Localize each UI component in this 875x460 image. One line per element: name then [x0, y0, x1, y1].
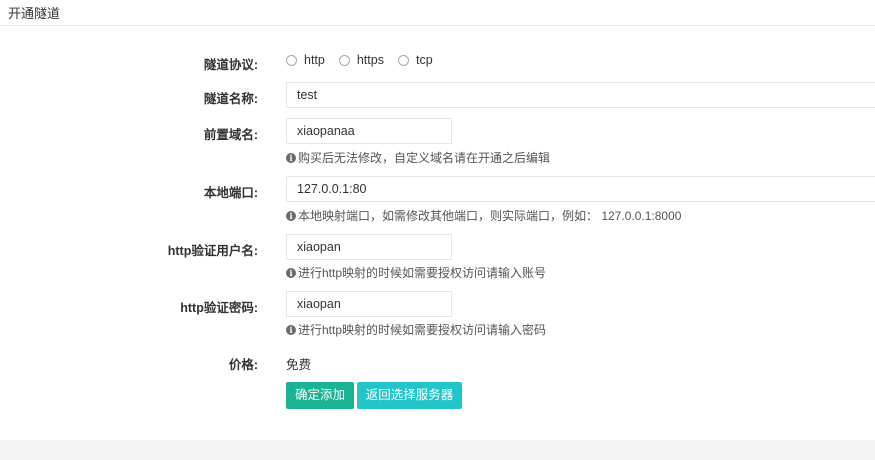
info-circle-icon: i: [286, 152, 296, 163]
local-port-help: i 本地映射端口，如需修改其他端口，则实际端口，例如： 127.0.0.1:80…: [286, 207, 681, 224]
protocol-option-label: https: [356, 53, 384, 67]
protocol-label: 隧道协议:: [203, 58, 258, 72]
local-port-help-text: 本地映射端口，如需修改其他端口，则实际端口，例如： 127.0.0.1:8000: [298, 209, 682, 223]
footer-bar: [0, 440, 875, 460]
radio-circle-icon[interactable]: [286, 54, 297, 66]
radio-circle-icon[interactable]: [338, 54, 350, 66]
http-user-label: http验证用户名:: [167, 244, 258, 258]
http-user-input[interactable]: xiaopan: [286, 234, 452, 260]
http-password-input[interactable]: xiaopan: [286, 291, 452, 317]
protocol-option-tcp[interactable]: tcp: [397, 53, 433, 67]
prefix-domain-help: i 购买后无法修改，自定义域名请在开通之后编辑: [286, 149, 550, 166]
protocol-radio-group: http https tcp: [286, 53, 447, 67]
http-password-label: http验证密码:: [180, 301, 258, 315]
prefix-domain-label: 前置域名:: [203, 128, 258, 142]
confirm-add-button[interactable]: 确定添加: [286, 382, 354, 409]
tunnel-name-label: 隧道名称:: [203, 92, 258, 106]
info-circle-icon: i: [286, 267, 296, 278]
protocol-option-label: http: [304, 53, 325, 67]
page-header: 开通隧道: [0, 0, 875, 26]
prefix-domain-input[interactable]: xiaopanaa: [286, 118, 452, 144]
page-title: 开通隧道: [8, 6, 61, 21]
info-circle-icon: i: [286, 210, 296, 221]
radio-circle-icon[interactable]: [397, 54, 409, 66]
local-port-input[interactable]: 127.0.0.1:80: [286, 176, 875, 202]
http-user-help: i 进行http映射的时候如需要授权访问请输入账号: [286, 264, 546, 281]
http-password-help: i 进行http映射的时候如需要授权访问请输入密码: [286, 321, 546, 338]
back-to-server-select-button[interactable]: 返回选择服务器: [357, 382, 462, 409]
tunnel-name-input[interactable]: test: [286, 82, 875, 108]
http-password-help-text: 进行http映射的时候如需要授权访问请输入密码: [298, 323, 547, 337]
price-label: 价格:: [228, 358, 258, 372]
protocol-option-http[interactable]: http: [286, 53, 325, 67]
info-circle-icon: i: [286, 324, 296, 335]
http-user-help-text: 进行http映射的时候如需要授权访问请输入账号: [298, 266, 547, 280]
protocol-option-label: tcp: [415, 53, 433, 67]
prefix-domain-help-text: 购买后无法修改，自定义域名请在开通之后编辑: [298, 151, 551, 165]
protocol-option-https[interactable]: https: [338, 53, 384, 67]
price-value: 免费: [286, 358, 312, 372]
local-port-label: 本地端口:: [203, 186, 258, 200]
